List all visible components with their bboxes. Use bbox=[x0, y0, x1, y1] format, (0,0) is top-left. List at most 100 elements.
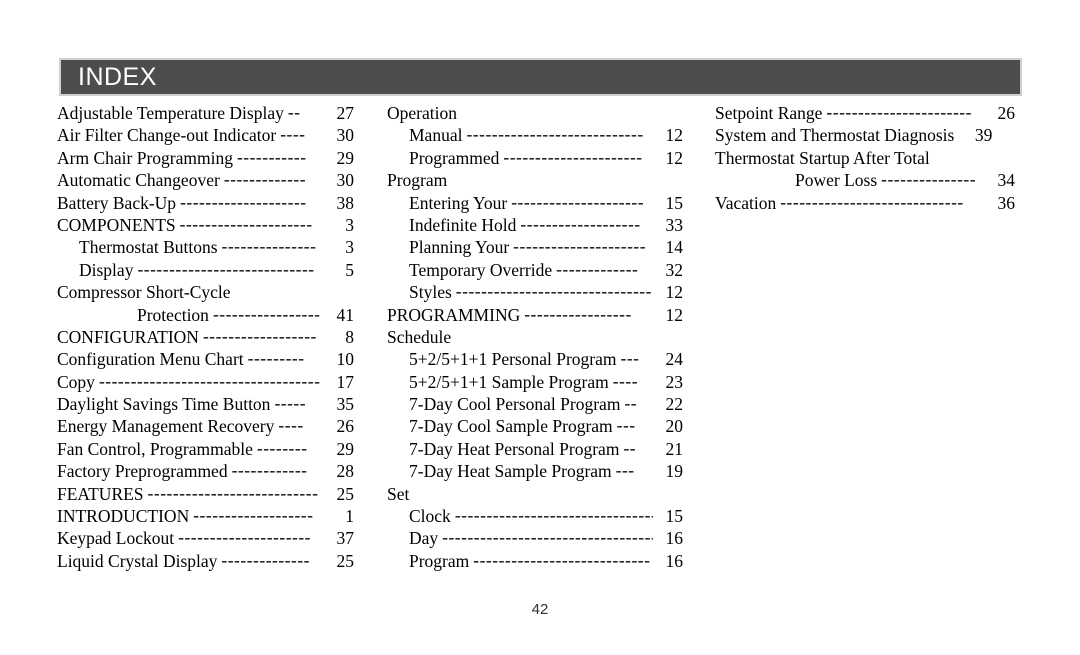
index-entry: Planning Your --------------------- 14 bbox=[387, 237, 683, 259]
index-entry: 5+2/5+1+1 Sample Program ---- 23 bbox=[387, 372, 683, 394]
index-entry: CONFIGURATION ------------------ 8 bbox=[57, 327, 354, 349]
index-entry-leader: ------------------- bbox=[520, 215, 641, 234]
index-entry-label: Schedule bbox=[387, 326, 452, 347]
index-entry-page-number: 15 bbox=[665, 506, 684, 527]
index-entry-label: Configuration Menu Chart bbox=[57, 349, 244, 370]
index-entry-page-number: 32 bbox=[665, 259, 684, 280]
index-entry: Entering Your --------------------- 15 bbox=[387, 193, 683, 215]
index-entry: Compressor Short-Cycle bbox=[57, 282, 354, 304]
index-entry: 7-Day Heat Personal Program -- 21 bbox=[387, 439, 683, 461]
index-entry-label: Planning Your bbox=[409, 237, 510, 258]
index-entry-leader: ---------------------------- bbox=[473, 551, 651, 570]
index-entry-label: Program bbox=[409, 550, 470, 571]
index-entry-page-number: 24 bbox=[665, 349, 684, 370]
index-entry-label: 5+2/5+1+1 Personal Program bbox=[409, 349, 617, 370]
index-entry-leader: ------------------------------- bbox=[455, 283, 652, 301]
index-entry-label: 7-Day Cool Personal Program bbox=[409, 394, 621, 415]
index-entry-leader: ------------ bbox=[231, 462, 308, 480]
index-entry-leader: ---------------------------- bbox=[466, 126, 644, 144]
index-column-2: Operation Manual -------------------------… bbox=[387, 103, 683, 573]
index-entry-leader: --------------------- bbox=[511, 193, 645, 212]
index-entry-leader: --------------- bbox=[221, 238, 317, 256]
index-entry-leader: --- bbox=[620, 350, 640, 368]
index-entry-leader: -- bbox=[623, 439, 637, 458]
index-entry: 5+2/5+1+1 Personal Program --- 24 bbox=[387, 349, 683, 371]
index-entry: Schedule bbox=[387, 327, 683, 349]
index-entry: Power Loss --------------- 34 bbox=[715, 170, 1015, 192]
index-entry-leader: -------------------- bbox=[180, 193, 307, 212]
index-entry-page-number: 33 bbox=[665, 214, 684, 235]
index-entry-page-number: 26 bbox=[336, 416, 355, 437]
index-column-1: Adjustable Temperature Display -- 27 Air Fi… bbox=[57, 103, 354, 573]
index-entry-leader: ---- bbox=[280, 126, 306, 144]
index-entry-leader: --------------------- bbox=[178, 529, 312, 547]
index-entry: FEATURES --------------------------- 25 bbox=[57, 484, 354, 506]
index-entry-label: Display bbox=[79, 259, 134, 280]
index-entry-label: CONFIGURATION bbox=[57, 326, 199, 347]
index-entry-label: Program bbox=[387, 170, 448, 191]
index-entry: Manual ---------------------------- 12 bbox=[387, 125, 683, 147]
index-entry-leader: ----- bbox=[274, 395, 307, 413]
index-entry: Setpoint Range ----------------------- 26 bbox=[715, 103, 1015, 125]
index-entry-leader: ----------- bbox=[236, 148, 307, 167]
index-entry-leader: -- bbox=[287, 104, 301, 122]
index-entry: Protection ----------------- 41 bbox=[57, 305, 354, 327]
index-entry-label: 7-Day Cool Sample Program bbox=[409, 416, 613, 437]
index-entry-label: Styles bbox=[409, 282, 452, 303]
index-entry: PROGRAMMING ----------------- 12 bbox=[387, 305, 683, 327]
index-entry-label: Thermostat Startup After Total bbox=[715, 147, 930, 168]
index-entry-leader: ---- bbox=[278, 417, 304, 435]
index-entry-page-number: 30 bbox=[336, 170, 355, 191]
index-entry-page-number: 14 bbox=[665, 237, 684, 258]
index-entry-leader: ------------------- bbox=[193, 507, 314, 525]
index-entry-page-number: 29 bbox=[336, 438, 355, 459]
index-page: INDEX Adjustable Temperature Display -- 27… bbox=[0, 0, 1080, 655]
index-entry-page-number: 10 bbox=[336, 349, 355, 370]
index-entry: INTRODUCTION ------------------- 1 bbox=[57, 506, 354, 528]
index-entry-label: Battery Back-Up bbox=[57, 192, 177, 213]
index-entry-label: Entering Your bbox=[409, 192, 508, 213]
index-entry-label: System and Thermostat Diagnosis bbox=[715, 125, 955, 146]
index-entry: Keypad Lockout --------------------- 37 bbox=[57, 528, 354, 550]
index-entry: Operation bbox=[387, 103, 683, 125]
index-entry: Battery Back-Up -------------------- 38 bbox=[57, 193, 354, 215]
index-entry-label: Thermostat Buttons bbox=[79, 237, 218, 258]
index-entry-label: 5+2/5+1+1 Sample Program bbox=[409, 371, 609, 392]
index-entry-label: INTRODUCTION bbox=[57, 506, 190, 527]
index-entry-leader: ---- bbox=[612, 372, 639, 391]
index-entry-label: Indefinite Hold bbox=[409, 214, 517, 235]
index-entry: Thermostat Startup After Total bbox=[715, 148, 1015, 170]
index-entry-page-number: 19 bbox=[665, 461, 684, 482]
index-entry-page-number: 35 bbox=[336, 394, 355, 415]
index-entry-leader: -------------------------------- bbox=[454, 507, 653, 525]
index-entry: Energy Management Recovery ---- 26 bbox=[57, 416, 354, 438]
index-entry: 7-Day Cool Personal Program -- 22 bbox=[387, 394, 683, 416]
index-entry-label: Power Loss bbox=[795, 170, 878, 191]
index-entry-page-number: 25 bbox=[336, 483, 355, 504]
index-entry-leader: ------------------ bbox=[202, 327, 317, 346]
index-entry-page-number: 30 bbox=[336, 125, 355, 146]
index-entry: Set bbox=[387, 484, 683, 506]
index-entry-leader: --- bbox=[615, 462, 635, 480]
index-entry-label: Temporary Override bbox=[409, 259, 553, 280]
index-entry-page-number: 34 bbox=[997, 170, 1016, 191]
index-entry-label: COMPONENTS bbox=[57, 214, 176, 235]
index-entry-page-number: 16 bbox=[665, 528, 684, 549]
index-header-bar: INDEX bbox=[59, 58, 1022, 96]
index-entry-leader: ----------------------- bbox=[826, 104, 972, 122]
index-entry-page-number: 21 bbox=[665, 438, 684, 459]
index-entry-page-number: 20 bbox=[665, 416, 684, 437]
index-entry-page-number: 26 bbox=[997, 103, 1016, 123]
index-entry: Indefinite Hold ------------------- 33 bbox=[387, 215, 683, 237]
index-entry-label: Liquid Crystal Display bbox=[57, 550, 218, 571]
index-entry-page-number: 8 bbox=[345, 326, 354, 347]
index-entry-label: Keypad Lockout bbox=[57, 528, 175, 549]
index-entry-page-number: 15 bbox=[665, 192, 684, 213]
index-entry: Adjustable Temperature Display -- 27 bbox=[57, 103, 354, 125]
index-entry-label: Set bbox=[387, 483, 410, 504]
page-title: INDEX bbox=[78, 62, 157, 91]
index-entry: Automatic Changeover ------------- 30 bbox=[57, 170, 354, 192]
index-entry-leader: ---------------------- bbox=[503, 148, 643, 167]
index-entry: Factory Preprogrammed ------------ 28 bbox=[57, 461, 354, 483]
index-entry-leader: ------------- bbox=[556, 260, 639, 279]
